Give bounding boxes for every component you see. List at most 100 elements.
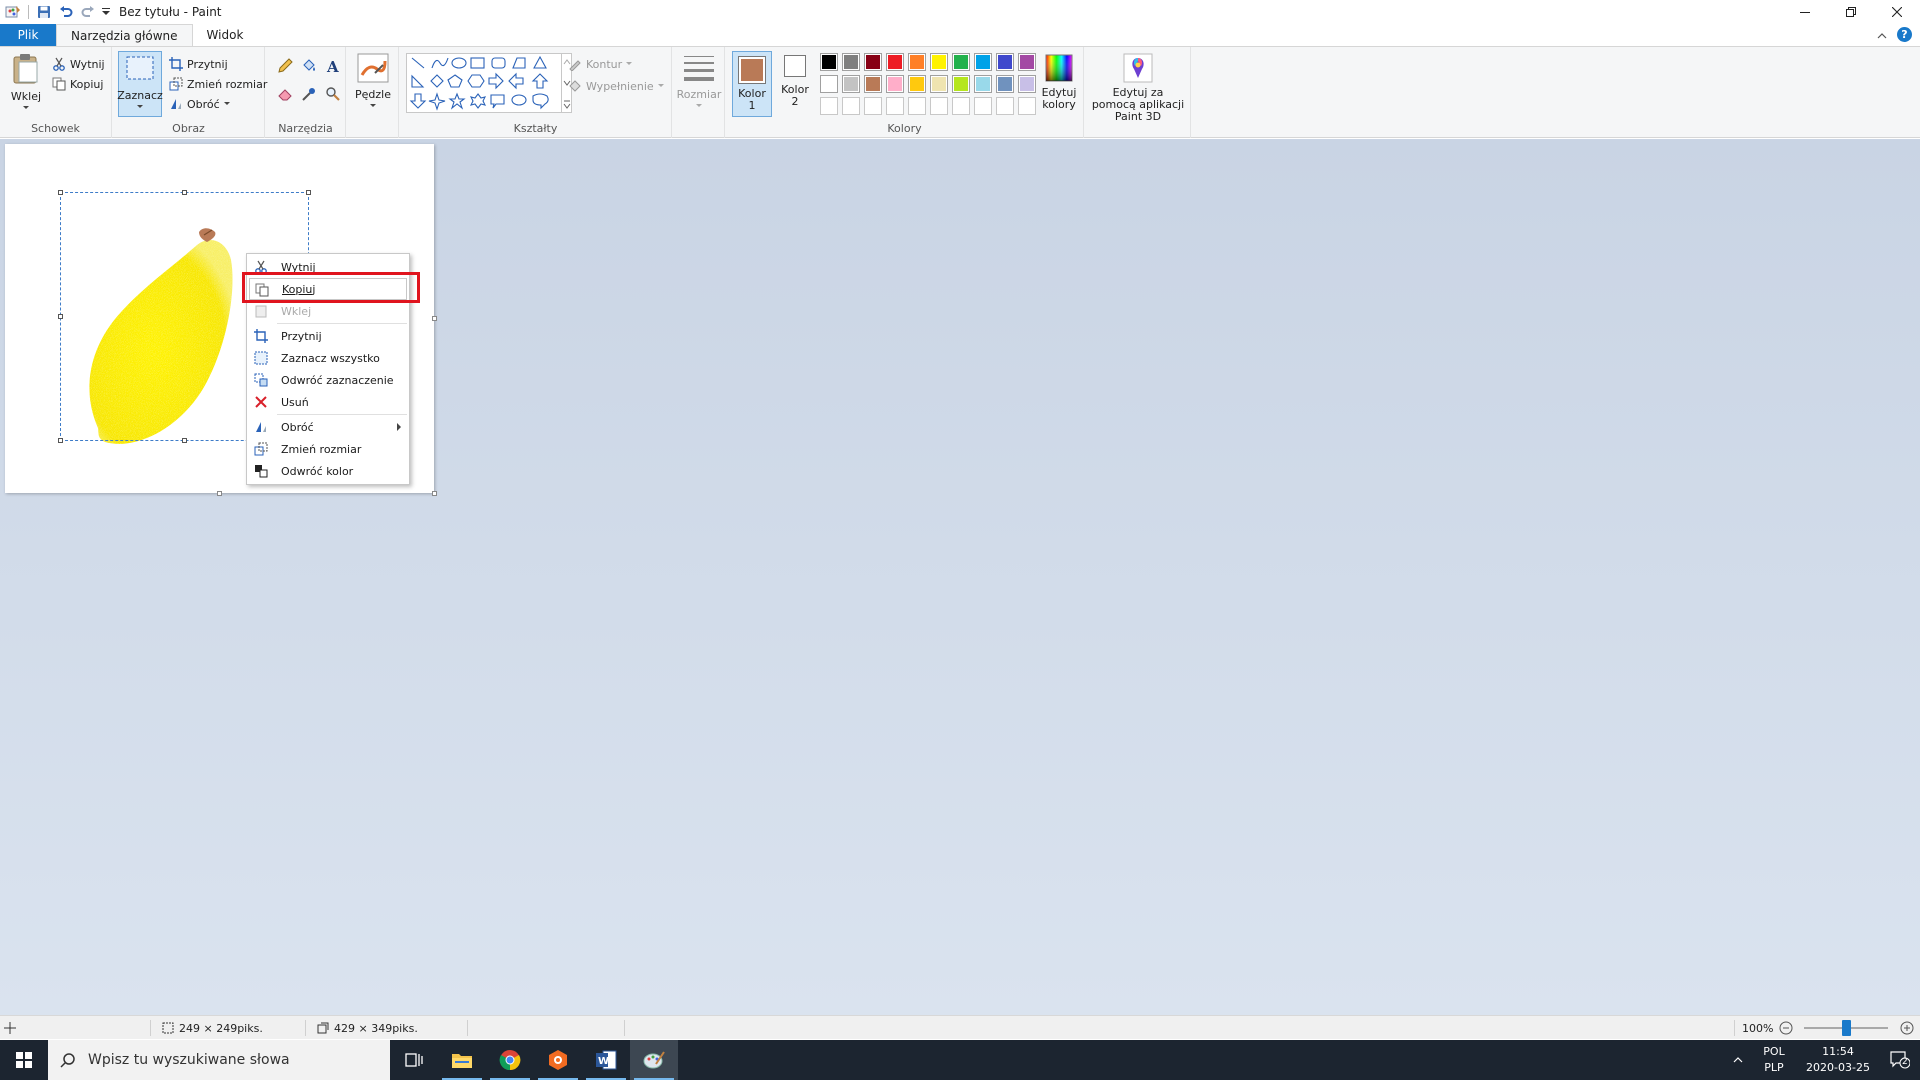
palette-color-swatch[interactable] [952,75,970,93]
custom-color-slot[interactable] [842,97,860,115]
palette-color-swatch[interactable] [908,75,926,93]
palette-color-swatch[interactable] [842,75,860,93]
menu-item-delete[interactable]: Usuń [247,391,409,413]
palette-color-swatch[interactable] [820,53,838,71]
action-center-button[interactable]: 2 [1880,1040,1920,1080]
edit-colors-button[interactable]: Edytuj kolory [1038,53,1080,111]
start-button[interactable] [0,1040,48,1080]
crop-button[interactable]: Przytnij [169,55,228,73]
customize-qat-icon[interactable] [99,1,113,23]
resize-button[interactable]: Zmień rozmiar [169,75,267,93]
palette-color-swatch[interactable] [1018,53,1036,71]
palette-color-swatch[interactable] [930,53,948,71]
palette-color-swatch[interactable] [820,75,838,93]
pencil-icon[interactable] [274,55,296,77]
four-point-star-shape-icon[interactable] [428,92,446,111]
cloud-callout-shape-icon[interactable] [532,93,549,110]
text-icon[interactable]: A [322,55,344,77]
color-picker-icon[interactable] [298,83,320,105]
save-icon[interactable] [33,1,55,23]
taskbar-clock[interactable]: 11:54 2020-03-25 [1796,1044,1880,1076]
palette-color-swatch[interactable] [864,53,882,71]
left-arrow-shape-icon[interactable] [508,72,524,90]
edit-with-paint3d-button[interactable]: Edytuj za pomocą aplikacji Paint 3D [1089,53,1187,123]
palette-color-swatch[interactable] [996,53,1014,71]
paint-app-icon[interactable] [2,1,24,23]
color2-button[interactable]: Kolor 2 [776,55,814,108]
rectangle-shape-icon[interactable] [470,57,485,69]
rotate-button[interactable]: Obróć [169,95,230,113]
selection-handle[interactable] [182,438,187,443]
palette-color-swatch[interactable] [842,53,860,71]
canvas-resize-handle[interactable] [432,491,437,496]
cut-button[interactable]: Wytnij [52,55,105,73]
menu-item-invert-selection[interactable]: Odwróć zaznaczenie [247,369,409,391]
custom-color-slot[interactable] [820,97,838,115]
palette-color-swatch[interactable] [908,53,926,71]
pentagon-shape-icon[interactable] [447,74,463,88]
close-button[interactable] [1874,0,1920,24]
polygon-shape-icon[interactable] [512,57,526,69]
fill-button[interactable]: Wypełnienie [568,77,664,95]
palette-color-swatch[interactable] [974,75,992,93]
menu-item-select-all[interactable]: Zaznacz wszystko [247,347,409,369]
line-shape-icon[interactable] [411,57,425,69]
palette-color-swatch[interactable] [886,75,904,93]
palette-color-swatch[interactable] [974,53,992,71]
select-button[interactable]: Zaznacz [117,51,163,117]
zoom-out-button[interactable] [1779,1016,1793,1040]
menu-item-crop[interactable]: Przytnij [247,325,409,347]
custom-color-slot[interactable] [952,97,970,115]
rounded-callout-shape-icon[interactable] [490,94,505,109]
custom-color-slot[interactable] [886,97,904,115]
six-point-star-shape-icon[interactable] [469,93,487,109]
menu-item-invert-color[interactable]: Odwróć kolor [247,460,409,482]
custom-color-slot[interactable] [908,97,926,115]
menu-item-rotate[interactable]: Obróć [247,416,409,438]
collapse-ribbon-icon[interactable] [1877,28,1887,42]
word-button[interactable]: W [582,1040,630,1080]
palette-color-swatch[interactable] [1018,75,1036,93]
orange-app-button[interactable] [534,1040,582,1080]
magnifier-icon[interactable] [322,83,344,105]
copy-button[interactable]: Kopiuj [52,75,103,93]
right-arrow-shape-icon[interactable] [488,72,504,90]
right-triangle-shape-icon[interactable] [411,74,425,88]
selection-handle[interactable] [58,314,63,319]
chrome-button[interactable] [486,1040,534,1080]
size-button[interactable]: Rozmiar [677,53,721,108]
taskbar-search[interactable]: Wpisz tu wyszukiwane słowa [48,1040,390,1080]
menu-item-resize[interactable]: Zmień rozmiar [247,438,409,460]
file-explorer-button[interactable] [438,1040,486,1080]
down-arrow-shape-icon[interactable] [409,93,427,109]
show-hidden-icons-button[interactable] [1724,1040,1752,1080]
up-arrow-shape-icon[interactable] [531,73,549,89]
minimize-button[interactable] [1782,0,1828,24]
tab-file[interactable]: Plik [0,24,56,46]
diamond-shape-icon[interactable] [430,74,444,88]
paste-button[interactable]: Wklej [8,53,44,110]
palette-color-swatch[interactable] [930,75,948,93]
selection-handle[interactable] [58,438,63,443]
triangle-shape-icon[interactable] [533,55,547,69]
fill-bucket-icon[interactable] [298,55,320,77]
color1-button[interactable]: Kolor 1 [732,51,772,117]
menu-item-paste[interactable]: Wklej [247,300,409,322]
selection-handle[interactable] [306,190,311,195]
undo-icon[interactable] [55,1,77,23]
restore-button[interactable] [1828,0,1874,24]
zoom-slider-thumb[interactable] [1842,1020,1851,1036]
custom-color-slot[interactable] [996,97,1014,115]
brushes-button[interactable]: Pędzle [353,53,393,108]
outline-button[interactable]: Kontur [568,55,633,73]
redo-icon[interactable] [77,1,99,23]
selection-handle[interactable] [182,190,187,195]
custom-color-slot[interactable] [1018,97,1036,115]
rounded-rectangle-shape-icon[interactable] [491,57,506,69]
selection-handle[interactable] [58,190,63,195]
canvas-resize-handle[interactable] [217,491,222,496]
hexagon-shape-icon[interactable] [467,74,485,88]
tab-home[interactable]: Narzędzia główne [56,24,193,46]
palette-color-swatch[interactable] [952,53,970,71]
zoom-in-button[interactable] [1900,1016,1914,1040]
